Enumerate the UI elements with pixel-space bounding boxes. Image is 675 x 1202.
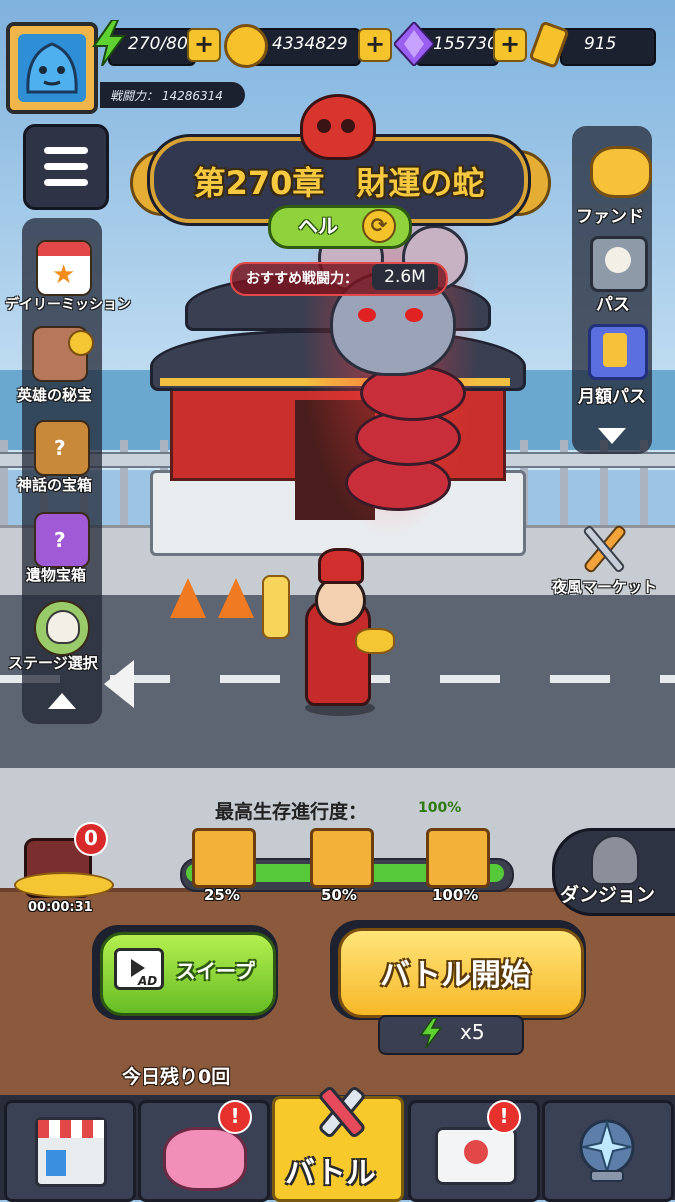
calendar-star-icon: ★ [36,240,92,296]
gold-coin-icon [224,24,268,68]
relic-chest-icon: ? [34,512,90,568]
progress-title: 最高生存進行度： [215,801,368,823]
traffic-cone [218,578,254,618]
lightning-icon [419,1017,443,1052]
boss-eye [405,308,423,322]
start-battle-label: バトル開始 [380,958,531,993]
gold-ticket-icon [528,21,572,72]
heroes-alert-badge: ! [218,1100,252,1134]
chapter-title: 第270章 財運の蛇 [193,164,485,202]
hero-treasure-label: 英雄の秘宝 [17,386,93,404]
dungeon-label: ダンジョン [560,884,656,906]
shop-icon [35,1117,107,1187]
sweep-label: スイープ [176,959,255,983]
collapse-left-arrow-icon[interactable] [104,660,134,708]
remaining-sweeps: 今日残り0回 [122,1066,231,1088]
key-icon [68,330,94,356]
dungeon-gate-icon [591,835,639,885]
scroll-down-arrow-icon[interactable] [598,428,626,444]
progress-value: 100% [418,800,462,816]
power-value: 14286314 [161,89,223,103]
battle-cost-value: x5 [460,1020,485,1044]
ticket-value: 915 [584,34,617,54]
milestone-label: 50% [321,886,357,904]
hamburger-icon [44,147,88,154]
add-gold-button[interactable]: + [358,28,392,62]
scroll-up-arrow-icon[interactable] [48,693,76,709]
milestone-label: 25% [204,886,240,904]
traffic-cone [170,578,206,618]
difficulty-label: ヘル [298,214,338,238]
gold-sword [262,575,290,639]
ad-label: AD [138,974,158,988]
crystal-crest-icon [577,1117,637,1187]
boss-eye [358,308,376,322]
skull-stage-icon [34,600,90,656]
hamburger-icon [44,179,88,186]
milestone-chest-icon[interactable] [192,828,256,888]
monthly-pass-icon[interactable] [588,324,648,380]
player-avatar[interactable] [6,22,98,114]
monthly-pass-label: 月額パス [578,387,646,407]
stamina-value: 270/80 [128,34,188,54]
medkit-alert-badge: ! [487,1100,521,1134]
gem-value: 155730 [433,34,493,54]
purple-gem-icon [392,20,436,70]
piggy-bank-icon[interactable] [590,146,652,198]
battle-tab-label: バトル [285,1156,376,1191]
myth-chest-label: 神話の宝箱 [17,476,93,494]
syringe-battle-icon [311,1081,371,1149]
menu-button[interactable] [23,124,109,210]
pass-label: パス [596,295,630,315]
medkit-icon [435,1127,517,1185]
battle-cost-pill [378,1015,524,1055]
nav-talent[interactable] [542,1100,674,1202]
milestone-chest-icon[interactable] [310,828,374,888]
hero-hat [318,548,364,584]
add-gems-button[interactable]: + [493,28,527,62]
hamburger-icon [44,163,88,170]
relic-chest-label: 遺物宝箱 [26,566,87,584]
myth-chest-icon: ? [34,420,90,476]
wrench-screwdriver-icon [583,525,626,573]
idle-reward-timer: 00:00:31 [28,900,93,915]
swap-difficulty-icon[interactable]: ⟳ [362,209,396,243]
power-label-text: 戦闘力： [110,89,159,103]
gold-ingot [355,628,395,654]
nav-shop[interactable] [4,1100,136,1202]
stage-select-label: ステージ選択 [8,654,98,672]
coin-pile-icon [14,872,114,898]
milestone-chest-icon[interactable] [426,828,490,888]
brain-nurse-icon [163,1127,247,1191]
milestone-label: 100% [432,886,479,904]
night-market-button[interactable] [572,520,634,580]
fund-label: ファンド [576,207,644,227]
add-stamina-button[interactable]: + [187,28,221,62]
recommended-power-value: 2.6M [372,264,438,290]
lightning-icon [92,19,126,70]
power-label: 戦闘力： 14286314 [110,87,223,104]
skull-pass-icon[interactable] [590,236,648,292]
recommended-power-label: おすすめ戦闘力： [246,271,358,287]
demon-skull-icon [300,94,376,160]
daily-mission-label: デイリーミッション [5,297,131,313]
night-market-label: 夜風マーケット [552,578,658,596]
gold-value: 4334829 [272,34,348,54]
slime-avatar-icon [18,34,86,102]
idle-reward-badge: 0 [74,822,108,856]
